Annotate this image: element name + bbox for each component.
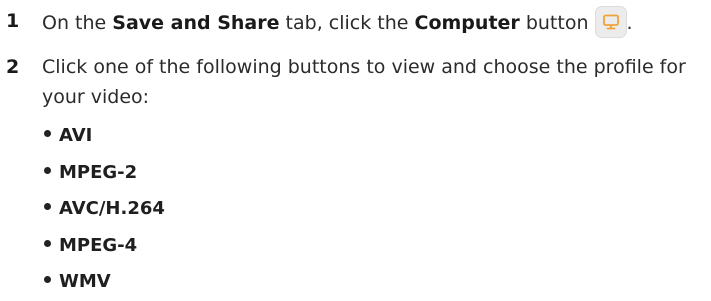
option-label: MPEG-4 [59, 234, 138, 256]
step-number: 2 [6, 56, 20, 78]
bullet-icon [44, 130, 51, 137]
button-name: Computer [414, 12, 520, 34]
list-item: MPEG-4 [44, 228, 165, 265]
list-item: WMV [44, 264, 165, 301]
option-label: AVI [59, 125, 93, 146]
list-item: MPEG-2 [44, 155, 165, 192]
step-number: 1 [6, 10, 20, 32]
step-text-part: . [626, 12, 633, 34]
step-text-part: On the [42, 12, 113, 34]
step-text-part: tab, click the [279, 12, 415, 34]
tab-name: Save and Share [112, 12, 280, 34]
step-text-part: button [519, 12, 589, 34]
step-text: On the Save and Share tab, click the Com… [42, 6, 702, 38]
bullet-icon [44, 203, 51, 210]
instruction-document: 1 On the Save and Share tab, click the C… [0, 0, 711, 301]
step-text: Click one of the following buttons to vi… [42, 56, 686, 108]
list-item: AVI [44, 118, 165, 155]
option-label: AVC/H.264 [59, 198, 165, 219]
option-label: WMV [59, 271, 111, 292]
monitor-glyph [602, 14, 619, 30]
bullet-icon [44, 166, 51, 174]
bullet-icon [44, 276, 51, 283]
profile-options-list: AVI MPEG-2 AVC/H.264 MPEG-4 WMV [44, 118, 165, 301]
option-label: MPEG-2 [59, 161, 138, 183]
computer-monitor-icon [594, 6, 627, 38]
bullet-icon [44, 239, 51, 247]
list-item: AVC/H.264 [44, 191, 165, 228]
